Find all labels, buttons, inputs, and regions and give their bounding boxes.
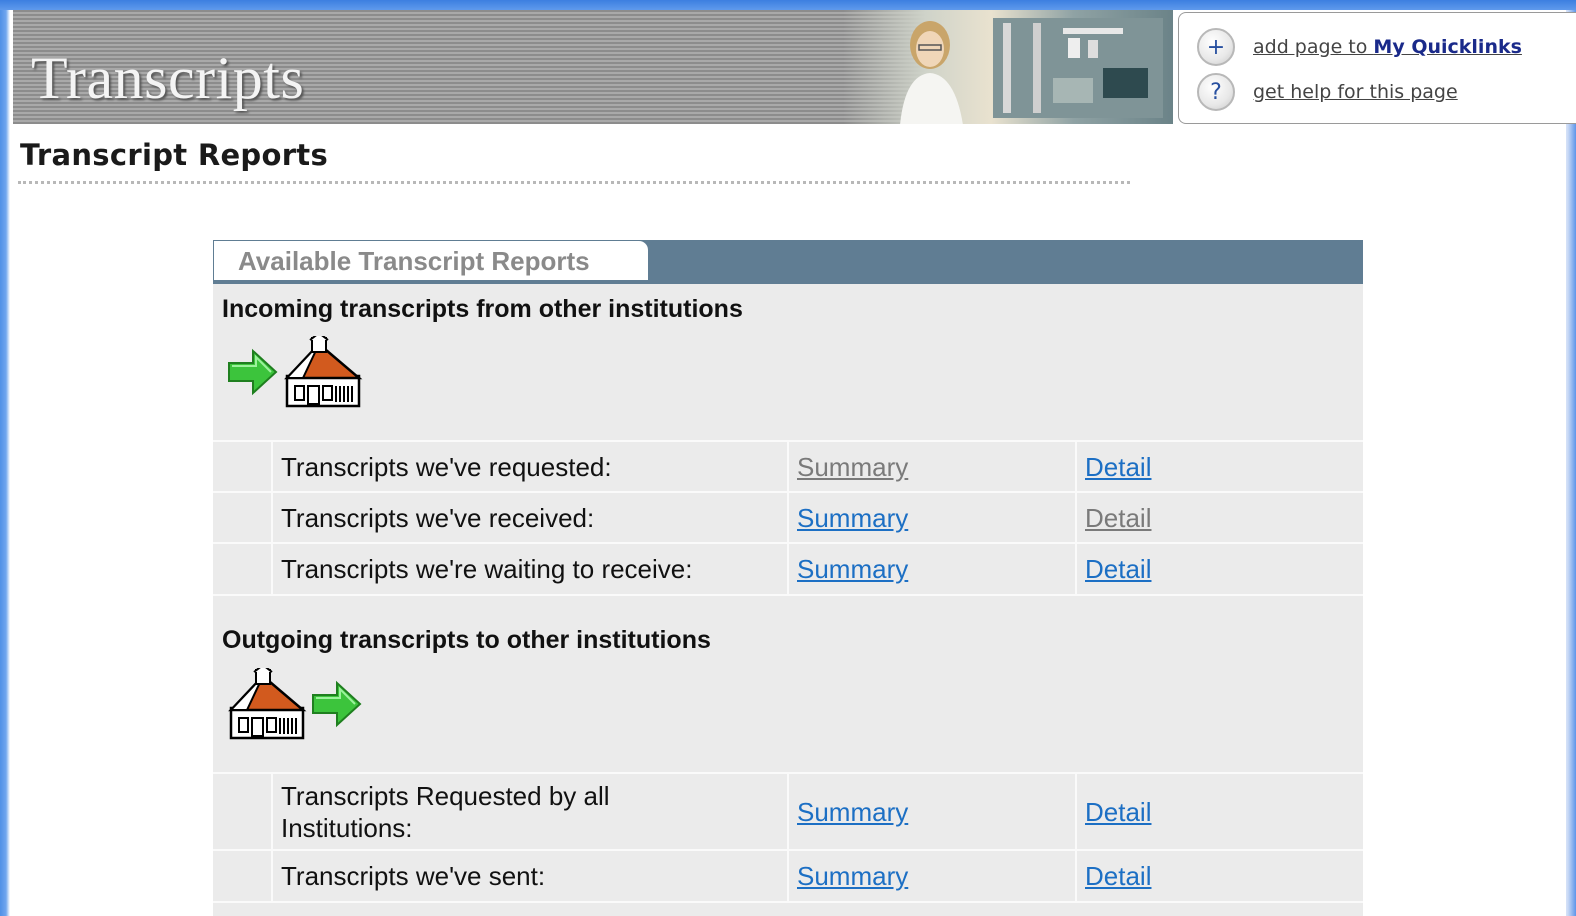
help-icon[interactable]: ? — [1197, 73, 1235, 111]
row-spacer — [213, 774, 273, 850]
summary-cell: Summary — [789, 493, 1077, 543]
detail-link[interactable]: Detail — [1085, 452, 1151, 483]
detail-link[interactable]: Detail — [1085, 861, 1151, 892]
summary-link[interactable]: Summary — [797, 554, 908, 585]
outgoing-section-heading: Outgoing transcripts to other institutio… — [222, 626, 711, 654]
page-title: Transcript Reports — [20, 138, 329, 172]
detail-link[interactable]: Detail — [1085, 554, 1151, 585]
summary-link[interactable]: Summary — [797, 503, 908, 534]
summary-cell: Summary — [789, 774, 1077, 850]
outgoing-icons — [227, 668, 363, 740]
person-photo-icon — [900, 21, 963, 124]
add-quicklink-prefix: add page to — [1253, 36, 1374, 58]
schoolhouse-icon — [284, 336, 363, 408]
table-row: Transcripts we've sent: Summary Detail — [213, 849, 1363, 903]
summary-cell: Summary — [789, 851, 1077, 901]
window-top-border — [0, 0, 1576, 10]
green-arrow-icon — [312, 680, 362, 728]
detail-cell: Detail — [1077, 442, 1363, 492]
page-content: Transcripts + add page to My Quicklinks … — [10, 10, 1576, 916]
quicklinks-panel: + add page to My Quicklinks ? get help f… — [1178, 12, 1576, 124]
tab-available-reports[interactable]: Available Transcript Reports — [213, 240, 649, 280]
row-label: Transcripts we've received: — [273, 493, 789, 543]
row-label: Transcripts we've requested: — [273, 442, 789, 492]
lab-shelf-photo-icon — [993, 18, 1163, 118]
row-label: Transcripts Requested by all Institution… — [273, 774, 789, 850]
row-label: Transcripts we're waiting to receive: — [273, 544, 789, 594]
banner-photo — [843, 10, 1173, 124]
summary-cell: Summary — [789, 442, 1077, 492]
incoming-section-heading: Incoming transcripts from other institut… — [222, 295, 743, 323]
summary-link[interactable]: Summary — [797, 452, 908, 483]
help-link[interactable]: get help for this page — [1253, 81, 1458, 103]
add-quicklink-link[interactable]: add page to My Quicklinks — [1253, 36, 1522, 58]
summary-cell: Summary — [789, 544, 1077, 594]
detail-link[interactable]: Detail — [1085, 797, 1151, 828]
row-spacer — [213, 442, 273, 492]
table-row: Transcripts we've received: Summary Deta… — [213, 491, 1363, 543]
summary-link[interactable]: Summary — [797, 797, 908, 828]
banner-title: Transcripts — [31, 45, 305, 111]
schoolhouse-icon — [228, 668, 307, 740]
help-row[interactable]: ? get help for this page — [1197, 73, 1458, 111]
summary-link[interactable]: Summary — [797, 861, 908, 892]
incoming-icons — [227, 336, 363, 408]
green-arrow-icon — [228, 348, 278, 396]
row-spacer — [213, 851, 273, 901]
detail-cell: Detail — [1077, 544, 1363, 594]
title-divider — [18, 181, 1130, 184]
plus-icon[interactable]: + — [1197, 28, 1235, 66]
detail-cell: Detail — [1077, 493, 1363, 543]
detail-cell: Detail — [1077, 851, 1363, 901]
detail-link[interactable]: Detail — [1085, 503, 1151, 534]
table-row: Transcripts we've requested: Summary Det… — [213, 440, 1363, 492]
my-quicklinks-link[interactable]: My Quicklinks — [1373, 36, 1522, 58]
add-quicklink-row[interactable]: + add page to My Quicklinks — [1197, 28, 1522, 66]
banner: Transcripts — [13, 10, 1173, 124]
detail-cell: Detail — [1077, 774, 1363, 850]
table-row: Transcripts Requested by all Institution… — [213, 772, 1363, 850]
reports-panel: Available Transcript Reports Incoming tr… — [213, 240, 1363, 916]
row-label: Transcripts we've sent: — [273, 851, 789, 901]
table-row: Transcripts we're waiting to receive: Su… — [213, 542, 1363, 596]
row-spacer — [213, 544, 273, 594]
row-spacer — [213, 493, 273, 543]
reports-panel-header: Available Transcript Reports — [213, 240, 1363, 284]
